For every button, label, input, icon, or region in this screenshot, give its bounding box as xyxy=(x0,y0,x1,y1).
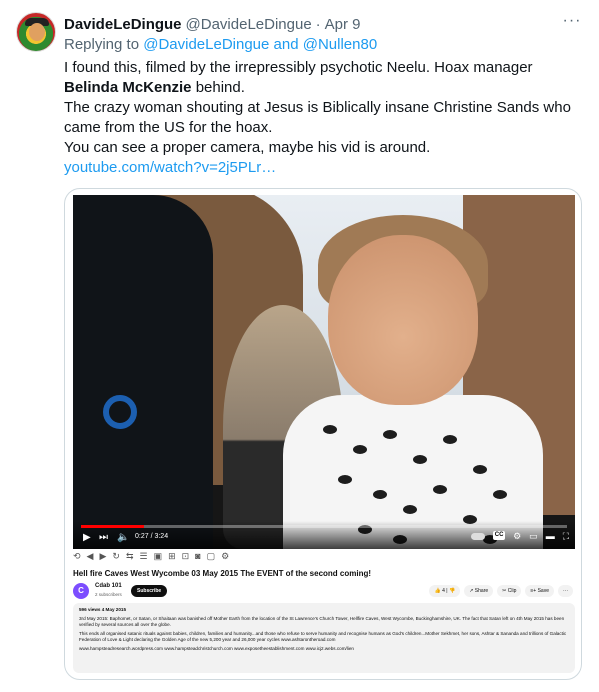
description-paragraph-2: This ends all organised satanic rituals … xyxy=(79,631,567,642)
box-icon[interactable]: ▢ xyxy=(207,551,216,565)
person-dark-jacket xyxy=(73,195,213,549)
progress-fill xyxy=(81,525,145,528)
avatar-face-shape xyxy=(29,23,45,41)
progress-bar[interactable] xyxy=(81,525,567,528)
more-horizontal-icon[interactable]: ··· xyxy=(560,13,584,34)
rewind-icon[interactable]: ◀ xyxy=(87,551,94,565)
tweet[interactable]: DavideLeDingue @DavideLeDingue · Apr 9 ·… xyxy=(0,0,599,692)
forward-icon[interactable]: ▶ xyxy=(99,551,106,565)
reply-handle-1[interactable]: @DavideLeDingue xyxy=(143,36,269,53)
tweet-line-2-rest: behind. xyxy=(191,79,245,96)
share-label: Share xyxy=(474,588,489,594)
reply-handle-2[interactable]: @Nullen80 xyxy=(303,36,377,53)
screenshot-icon[interactable]: ▣ xyxy=(154,551,163,565)
video-controls-right: CC ⚙ ▭ ▬ ⛶ xyxy=(471,531,569,542)
grid-icon[interactable]: ⊞ xyxy=(168,551,176,565)
video-description[interactable]: 596 views 4 May 2015 3rd May 2015: Bapho… xyxy=(73,603,575,673)
like-count: 4 xyxy=(442,588,445,594)
volume-icon[interactable]: 🔈 xyxy=(117,532,129,544)
channel-avatar[interactable]: C xyxy=(73,583,89,599)
channel-name[interactable]: Cdab 101 xyxy=(95,583,122,589)
play-icon[interactable]: ▶ xyxy=(83,532,91,544)
miniplayer-icon[interactable]: ▭ xyxy=(529,531,538,542)
tweet-line-4: You can see a proper camera, maybe his v… xyxy=(64,139,431,156)
video-time: 0:27 / 3:24 xyxy=(135,533,169,540)
tweet-text: I found this, filmed by the irrepressibl… xyxy=(64,58,584,178)
save-label: Save xyxy=(537,588,549,594)
author-handle[interactable]: @DavideLeDingue xyxy=(186,16,312,33)
tweet-line-2: Belinda McKenzie behind. xyxy=(64,78,584,98)
views-and-date: 596 views 4 May 2015 xyxy=(79,607,126,612)
loop-icon[interactable]: ⟲ xyxy=(73,551,81,565)
mentioned-name: Belinda McKenzie xyxy=(64,79,192,96)
author-avatar[interactable] xyxy=(16,12,56,52)
header-separator: · xyxy=(315,15,321,33)
subscribe-button[interactable]: Subscribe xyxy=(131,585,168,597)
share-button[interactable]: ↗ Share xyxy=(464,585,494,597)
reply-and: and xyxy=(273,36,299,53)
extension-toolbar: ⟲ ◀ ▶ ↻ ⇆ ☰ ▣ ⊞ ⊡ ◙ ▢ ⚙ xyxy=(73,551,229,565)
tweet-date[interactable]: Apr 9 xyxy=(325,16,361,33)
fullscreen-icon[interactable]: ⛶ xyxy=(563,531,569,542)
gear-small-icon[interactable]: ⚙ xyxy=(221,551,229,565)
author-name[interactable]: DavideLeDingue xyxy=(64,16,182,33)
next-icon[interactable]: ⏭ xyxy=(99,532,108,544)
camera-icon[interactable]: ◙ xyxy=(195,551,200,565)
clip-button[interactable]: ✂ Clip xyxy=(497,585,522,597)
list-icon[interactable]: ☰ xyxy=(139,551,147,565)
attached-image[interactable]: ▶ ⏭ 🔈 0:27 / 3:24 CC ⚙ ▭ ▬ ⛶ ⟲ ◀ ▶ ↻ ⇆ ☰ xyxy=(64,188,582,680)
tweet-line-1: I found this, filmed by the irrepressibl… xyxy=(64,59,533,76)
autoplay-toggle[interactable] xyxy=(471,533,486,540)
jacket-logo xyxy=(103,395,137,429)
clip-label: Clip xyxy=(507,588,517,594)
video-actions: 👍 4 | 👎 ↗ Share ✂ Clip ≡+ Save ··· xyxy=(429,585,573,597)
theater-icon[interactable]: ▬ xyxy=(546,531,555,542)
description-paragraph-1: 3rd May 2015: Baphomet, or Satan, or Sha… xyxy=(79,616,565,627)
loop-ab-icon[interactable]: ⇆ xyxy=(126,551,134,565)
tweet-header: DavideLeDingue @DavideLeDingue · Apr 9 xyxy=(64,14,361,34)
more-actions-button[interactable]: ··· xyxy=(558,585,573,597)
video-controls: ▶ ⏭ 🔈 0:27 / 3:24 CC ⚙ ▭ ▬ ⛶ xyxy=(73,521,575,549)
youtube-link[interactable]: youtube.com/watch?v=2j5PLr… xyxy=(64,159,276,176)
save-button[interactable]: ≡+ Save xyxy=(525,585,554,597)
channel-subscribers: 2 subscribers xyxy=(95,592,122,597)
like-button[interactable]: 👍 4 | 👎 xyxy=(429,585,461,597)
window-icon[interactable]: ⊡ xyxy=(182,551,190,565)
gear-icon[interactable]: ⚙ xyxy=(513,531,521,542)
youtube-video-title[interactable]: Hell fire Caves West Wycombe 03 May 2015… xyxy=(73,569,371,578)
video-scene xyxy=(73,195,575,549)
repeat-icon[interactable]: ↻ xyxy=(112,551,120,565)
reply-prefix: Replying to xyxy=(64,36,140,53)
description-links: www.hampsteadresearch.wordpress.com www.… xyxy=(79,646,354,651)
woman-face xyxy=(328,235,478,405)
cc-icon[interactable]: CC xyxy=(493,531,506,540)
video-frame[interactable]: ▶ ⏭ 🔈 0:27 / 3:24 CC ⚙ ▭ ▬ ⛶ xyxy=(73,195,575,549)
replying-to: Replying to @DavideLeDingue and @Nullen8… xyxy=(64,36,377,53)
tweet-line-3: The crazy woman shouting at Jesus is Bib… xyxy=(64,99,571,136)
